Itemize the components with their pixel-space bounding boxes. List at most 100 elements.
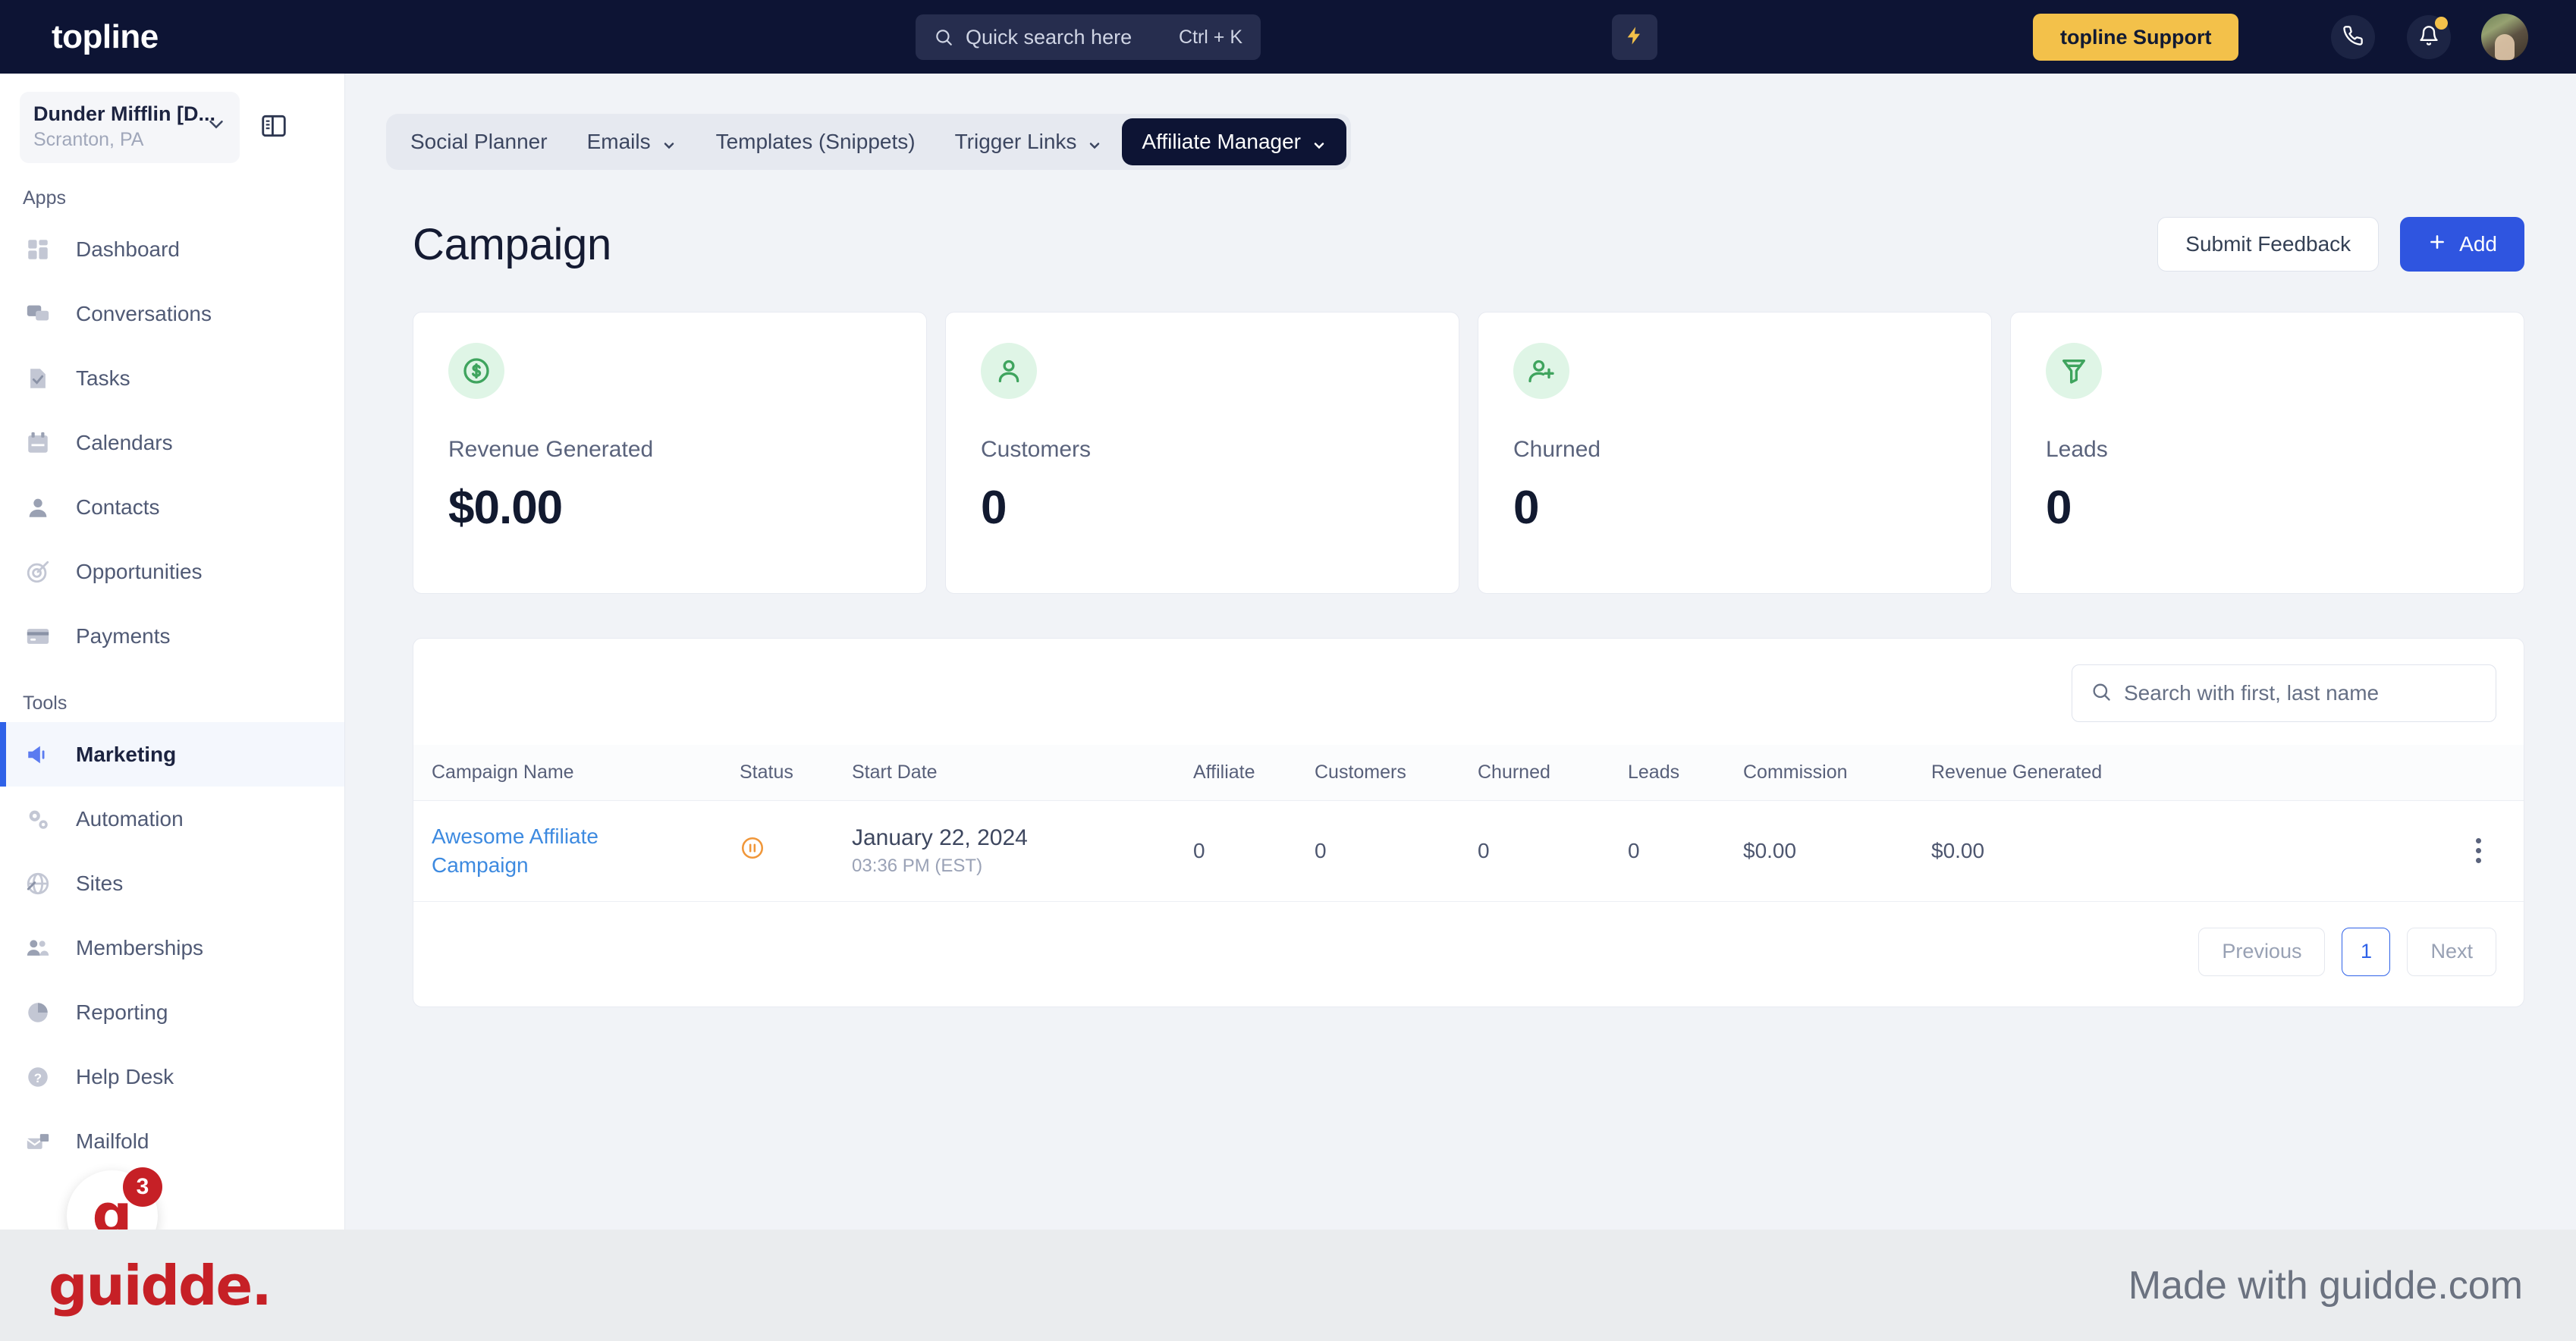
cell-start-date: January 22, 2024 03:36 PM (EST)	[852, 800, 1193, 902]
sidebar-item-mailfold[interactable]: Mailfold	[0, 1109, 344, 1173]
search-icon	[934, 27, 953, 47]
cell-customers: 0	[1315, 800, 1478, 902]
tab-emails[interactable]: Emails	[567, 118, 696, 165]
notification-badge-dot	[2435, 17, 2448, 30]
column-header-campaign-name: Campaign Name	[413, 745, 740, 801]
avatar[interactable]	[2481, 14, 2528, 61]
global-search-placeholder[interactable]: Quick search here	[966, 26, 1179, 49]
kpi-card-row: Revenue Generated $0.00 Customers 0 Chur…	[413, 312, 2524, 594]
location-switcher[interactable]: Dunder Mifflin [D... Scranton, PA	[20, 92, 240, 163]
chevron-down-icon	[1312, 134, 1327, 149]
sidebar-item-tasks[interactable]: Tasks	[0, 346, 344, 410]
sidebar-item-contacts[interactable]: Contacts	[0, 475, 344, 539]
funnel-icon	[2046, 343, 2102, 399]
person-icon	[24, 494, 52, 521]
column-header-churned: Churned	[1478, 745, 1628, 801]
kpi-card-value: 0	[2046, 482, 2072, 534]
chevron-down-icon	[1087, 134, 1102, 149]
app-root: topline Quick search here Ctrl + K topli…	[0, 0, 2576, 1341]
submit-feedback-button[interactable]: Submit Feedback	[2157, 217, 2380, 272]
tab-social-planner[interactable]: Social Planner	[391, 118, 567, 165]
cell-commission: $0.00	[1743, 800, 1931, 902]
sidebar-item-opportunities[interactable]: Opportunities	[0, 539, 344, 604]
gears-icon	[24, 806, 52, 833]
sidebar-section-label-apps: Apps	[23, 187, 66, 209]
mail-stack-icon	[24, 1128, 52, 1155]
next-page-button[interactable]: Next	[2407, 927, 2496, 976]
marketing-tabbar: Social Planner Emails Templates (Snippet…	[386, 114, 1351, 170]
cell-leads: 0	[1628, 800, 1743, 902]
tab-label: Templates (Snippets)	[715, 130, 916, 153]
campaign-table: Campaign Name Status Start Date Affiliat…	[413, 745, 2524, 902]
sidebar-item-sites[interactable]: Sites	[0, 851, 344, 915]
guidde-widget-badge: 3	[123, 1167, 162, 1207]
support-button[interactable]: topline Support	[2033, 14, 2239, 61]
campaign-name-link[interactable]: Awesome Affiliate Campaign	[432, 822, 621, 880]
kebab-menu-icon[interactable]	[2433, 838, 2524, 864]
table-head: Campaign Name Status Start Date Affiliat…	[413, 745, 2524, 801]
campaign-table-panel: Search with first, last name Campaign Na…	[413, 638, 2524, 1007]
kpi-card-customers: Customers 0	[945, 312, 1459, 594]
sidebar-item-help-desk[interactable]: ? Help Desk	[0, 1044, 344, 1109]
bell-icon	[2418, 25, 2439, 50]
kpi-card-leads: Leads 0	[2010, 312, 2524, 594]
start-date-value: January 22, 2024	[852, 824, 1028, 850]
sidebar-item-label: Marketing	[76, 742, 177, 766]
sidebar-item-label: Payments	[76, 623, 171, 648]
svg-text:?: ?	[34, 1071, 42, 1085]
search-icon	[2091, 681, 2112, 706]
global-search[interactable]: Quick search here Ctrl + K	[916, 14, 1261, 60]
table-row[interactable]: Awesome Affiliate Campaign January 22, 2…	[413, 800, 2524, 902]
sidebar-toggle-icon[interactable]	[259, 111, 288, 144]
table-toolbar: Search with first, last name	[413, 639, 2524, 745]
sidebar-item-reporting[interactable]: Reporting	[0, 980, 344, 1044]
pause-circle-icon	[740, 837, 765, 865]
sidebar-item-automation[interactable]: Automation	[0, 787, 344, 851]
cell-actions	[2433, 800, 2524, 902]
location-name: Dunder Mifflin [D...	[33, 102, 215, 125]
kpi-card-label: Customers	[981, 437, 1092, 462]
table-header-row: Campaign Name Status Start Date Affiliat…	[413, 745, 2524, 801]
column-header-customers: Customers	[1315, 745, 1478, 801]
add-button[interactable]: Add	[2400, 217, 2524, 272]
sidebar-item-label: Reporting	[76, 1000, 168, 1024]
task-check-icon	[24, 365, 52, 392]
tab-templates-snippets[interactable]: Templates (Snippets)	[696, 118, 935, 165]
table-search-placeholder[interactable]: Search with first, last name	[2124, 681, 2379, 705]
kpi-card-label: Churned	[1513, 437, 1601, 462]
search-shortcut-hint: Ctrl + K	[1178, 26, 1242, 48]
tab-label: Social Planner	[410, 130, 548, 153]
guidde-footer-banner: guidde. Made with guidde.com	[0, 1230, 2576, 1341]
phone-button[interactable]	[2331, 15, 2375, 59]
sidebar-item-label: Mailfold	[76, 1129, 149, 1153]
sidebar-item-calendars[interactable]: Calendars	[0, 410, 344, 475]
guidde-widget-button[interactable]: g 3	[67, 1167, 162, 1230]
quick-actions-button[interactable]	[1612, 14, 1657, 60]
page-number-button[interactable]: 1	[2342, 927, 2391, 976]
column-header-status: Status	[740, 745, 852, 801]
made-with-guidde-label: Made with guidde.com	[2128, 1263, 2523, 1308]
globe-arrow-icon	[24, 870, 52, 897]
pie-chart-icon	[24, 999, 52, 1026]
previous-page-button[interactable]: Previous	[2198, 927, 2326, 976]
sidebar-item-payments[interactable]: Payments	[0, 604, 344, 668]
dashboard-icon	[24, 236, 52, 263]
table-body: Awesome Affiliate Campaign January 22, 2…	[413, 800, 2524, 902]
tab-affiliate-manager[interactable]: Affiliate Manager	[1122, 118, 1346, 165]
kpi-card-revenue-generated: Revenue Generated $0.00	[413, 312, 927, 594]
phone-icon	[2342, 25, 2364, 50]
kpi-card-value: $0.00	[448, 482, 563, 534]
table-search-input[interactable]: Search with first, last name	[2072, 664, 2496, 722]
location-sub: Scranton, PA	[33, 129, 144, 150]
tab-label: Emails	[586, 130, 651, 153]
notifications-button[interactable]	[2407, 15, 2451, 59]
main-content: Social Planner Emails Templates (Snippet…	[346, 74, 2576, 1230]
sidebar-item-conversations[interactable]: Conversations	[0, 281, 344, 346]
tab-trigger-links[interactable]: Trigger Links	[935, 118, 1123, 165]
page-title: Campaign	[413, 219, 611, 269]
sidebar: Dunder Mifflin [D... Scranton, PA Apps D…	[0, 74, 345, 1230]
sidebar-item-dashboard[interactable]: Dashboard	[0, 217, 344, 281]
sidebar-item-memberships[interactable]: Memberships	[0, 915, 344, 980]
cell-revenue-generated: $0.00	[1931, 800, 2433, 902]
sidebar-item-marketing[interactable]: Marketing	[0, 722, 344, 787]
